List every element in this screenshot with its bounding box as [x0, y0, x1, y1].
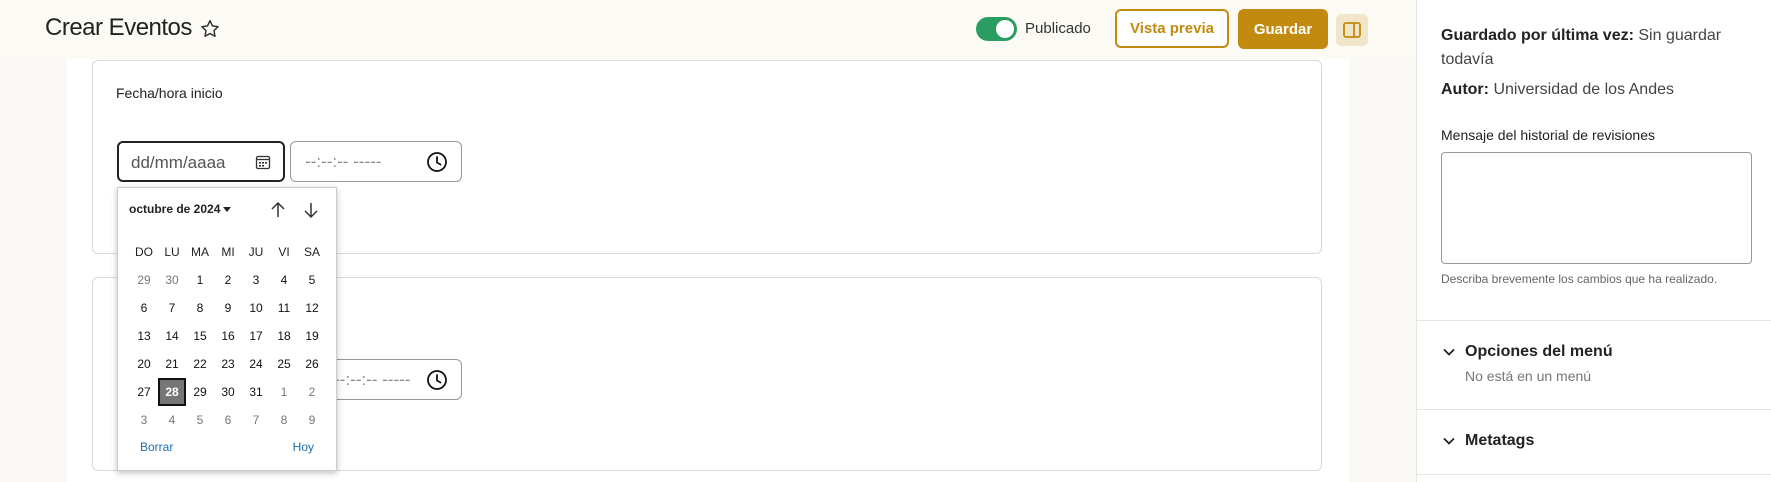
revision-message-textarea[interactable]: [1441, 152, 1752, 264]
revision-message-help: Describa brevemente los cambios que ha r…: [1441, 272, 1718, 286]
published-label: Publicado: [1025, 20, 1091, 37]
calendar-day[interactable]: 5: [298, 266, 326, 294]
calendar-day[interactable]: 9: [214, 294, 242, 322]
calendar-day[interactable]: 29: [186, 378, 214, 406]
arrow-down-icon[interactable]: [301, 200, 321, 220]
calendar-day[interactable]: 8: [270, 406, 298, 434]
weekday-header: JU: [248, 245, 264, 259]
calendar-day[interactable]: 26: [298, 350, 326, 378]
weekday-header: MA: [191, 245, 209, 259]
calendar-day[interactable]: 22: [186, 350, 214, 378]
weekday-header: DO: [135, 245, 153, 259]
save-button[interactable]: Guardar: [1238, 9, 1328, 49]
clock-icon[interactable]: [426, 369, 448, 391]
calendar-day[interactable]: 23: [214, 350, 242, 378]
calendar-day[interactable]: 20: [130, 350, 158, 378]
calendar-day[interactable]: 30: [158, 266, 186, 294]
calendar-day[interactable]: 9: [298, 406, 326, 434]
calendar-day[interactable]: 8: [186, 294, 214, 322]
right-sidebar: Guardado por última vez: Sin guardar tod…: [1416, 0, 1771, 482]
calendar-day[interactable]: 13: [130, 322, 158, 350]
calendar-day[interactable]: 2: [214, 266, 242, 294]
calendar-day[interactable]: 25: [270, 350, 298, 378]
calendar-day[interactable]: 28: [158, 378, 186, 406]
start-datetime-label: Fecha/hora inicio: [116, 85, 223, 101]
published-toggle[interactable]: [976, 17, 1017, 41]
calendar-day[interactable]: 6: [130, 294, 158, 322]
calendar-day[interactable]: 18: [270, 322, 298, 350]
start-time-input[interactable]: --:--:-- -----: [290, 141, 462, 182]
month-year-select[interactable]: octubre de 2024: [129, 202, 220, 216]
calendar-day[interactable]: 24: [242, 350, 270, 378]
calendar-day[interactable]: 5: [186, 406, 214, 434]
page-header: Crear Eventos Publicado Vista previa Gua…: [0, 0, 1416, 59]
sidebar-panel-icon: [1343, 22, 1361, 38]
menu-options-toggle[interactable]: Opciones del menú: [1441, 343, 1613, 361]
star-icon[interactable]: [199, 18, 221, 40]
calendar-day[interactable]: 7: [158, 294, 186, 322]
calendar-day[interactable]: 19: [298, 322, 326, 350]
clear-button[interactable]: Borrar: [140, 440, 173, 454]
author-info: Autor: Universidad de los Andes: [1441, 81, 1674, 98]
weekday-header: VI: [278, 245, 290, 259]
calendar-day[interactable]: 21: [158, 350, 186, 378]
calendar-day[interactable]: 17: [242, 322, 270, 350]
calendar-day[interactable]: 3: [130, 406, 158, 434]
calendar-day[interactable]: 16: [214, 322, 242, 350]
calendar-day[interactable]: 15: [186, 322, 214, 350]
calendar-day[interactable]: 30: [214, 378, 242, 406]
calendar-day[interactable]: 11: [270, 294, 298, 322]
calendar-day[interactable]: 3: [242, 266, 270, 294]
calendar-icon[interactable]: [255, 154, 271, 170]
date-picker-popup: octubre de 2024 DO LU MA MI JU VI SA 29 30 1 2 3 4 5 6…: [117, 187, 337, 471]
weekday-header: MI: [221, 245, 235, 259]
start-date-input[interactable]: dd/mm/aaaa: [117, 141, 285, 182]
divider: [1417, 320, 1771, 321]
today-button[interactable]: Hoy: [293, 440, 314, 454]
divider: [1417, 474, 1771, 475]
weekday-header: SA: [303, 245, 320, 259]
chevron-down-icon: [1443, 437, 1455, 445]
calendar-day[interactable]: 10: [242, 294, 270, 322]
calendar-day[interactable]: 1: [270, 378, 298, 406]
metatags-toggle[interactable]: Metatags: [1441, 432, 1534, 450]
calendar-day[interactable]: 4: [158, 406, 186, 434]
arrow-up-icon[interactable]: [268, 200, 288, 220]
last-saved-info: Guardado por última vez: Sin guardar tod…: [1441, 27, 1722, 68]
sidebar-toggle-button[interactable]: [1336, 14, 1368, 46]
revision-message-label: Mensaje del historial de revisiones: [1441, 127, 1655, 143]
calendar-day[interactable]: 4: [270, 266, 298, 294]
calendar-day[interactable]: 12: [298, 294, 326, 322]
chevron-down-icon: [1443, 348, 1455, 356]
calendar-day[interactable]: 6: [214, 406, 242, 434]
calendar-day[interactable]: 29: [130, 266, 158, 294]
caret-down-icon[interactable]: [223, 207, 231, 212]
menu-options-status: No está en un menú: [1465, 368, 1592, 384]
page-title: Crear Eventos: [45, 14, 192, 41]
clock-icon[interactable]: [426, 151, 448, 173]
preview-button[interactable]: Vista previa: [1115, 9, 1229, 48]
calendar-day[interactable]: 27: [130, 378, 158, 406]
calendar-day[interactable]: 31: [242, 378, 270, 406]
divider: [1417, 409, 1771, 410]
calendar-day[interactable]: 1: [186, 266, 214, 294]
calendar-day[interactable]: 14: [158, 322, 186, 350]
calendar-day[interactable]: 7: [242, 406, 270, 434]
calendar-day[interactable]: 2: [298, 378, 326, 406]
weekday-header: LU: [164, 245, 180, 259]
calendar-grid: DO LU MA MI JU VI SA 29 30 1 2 3 4 5 6 7 8 9 10 11 12 13 14 15 1…: [130, 238, 326, 434]
